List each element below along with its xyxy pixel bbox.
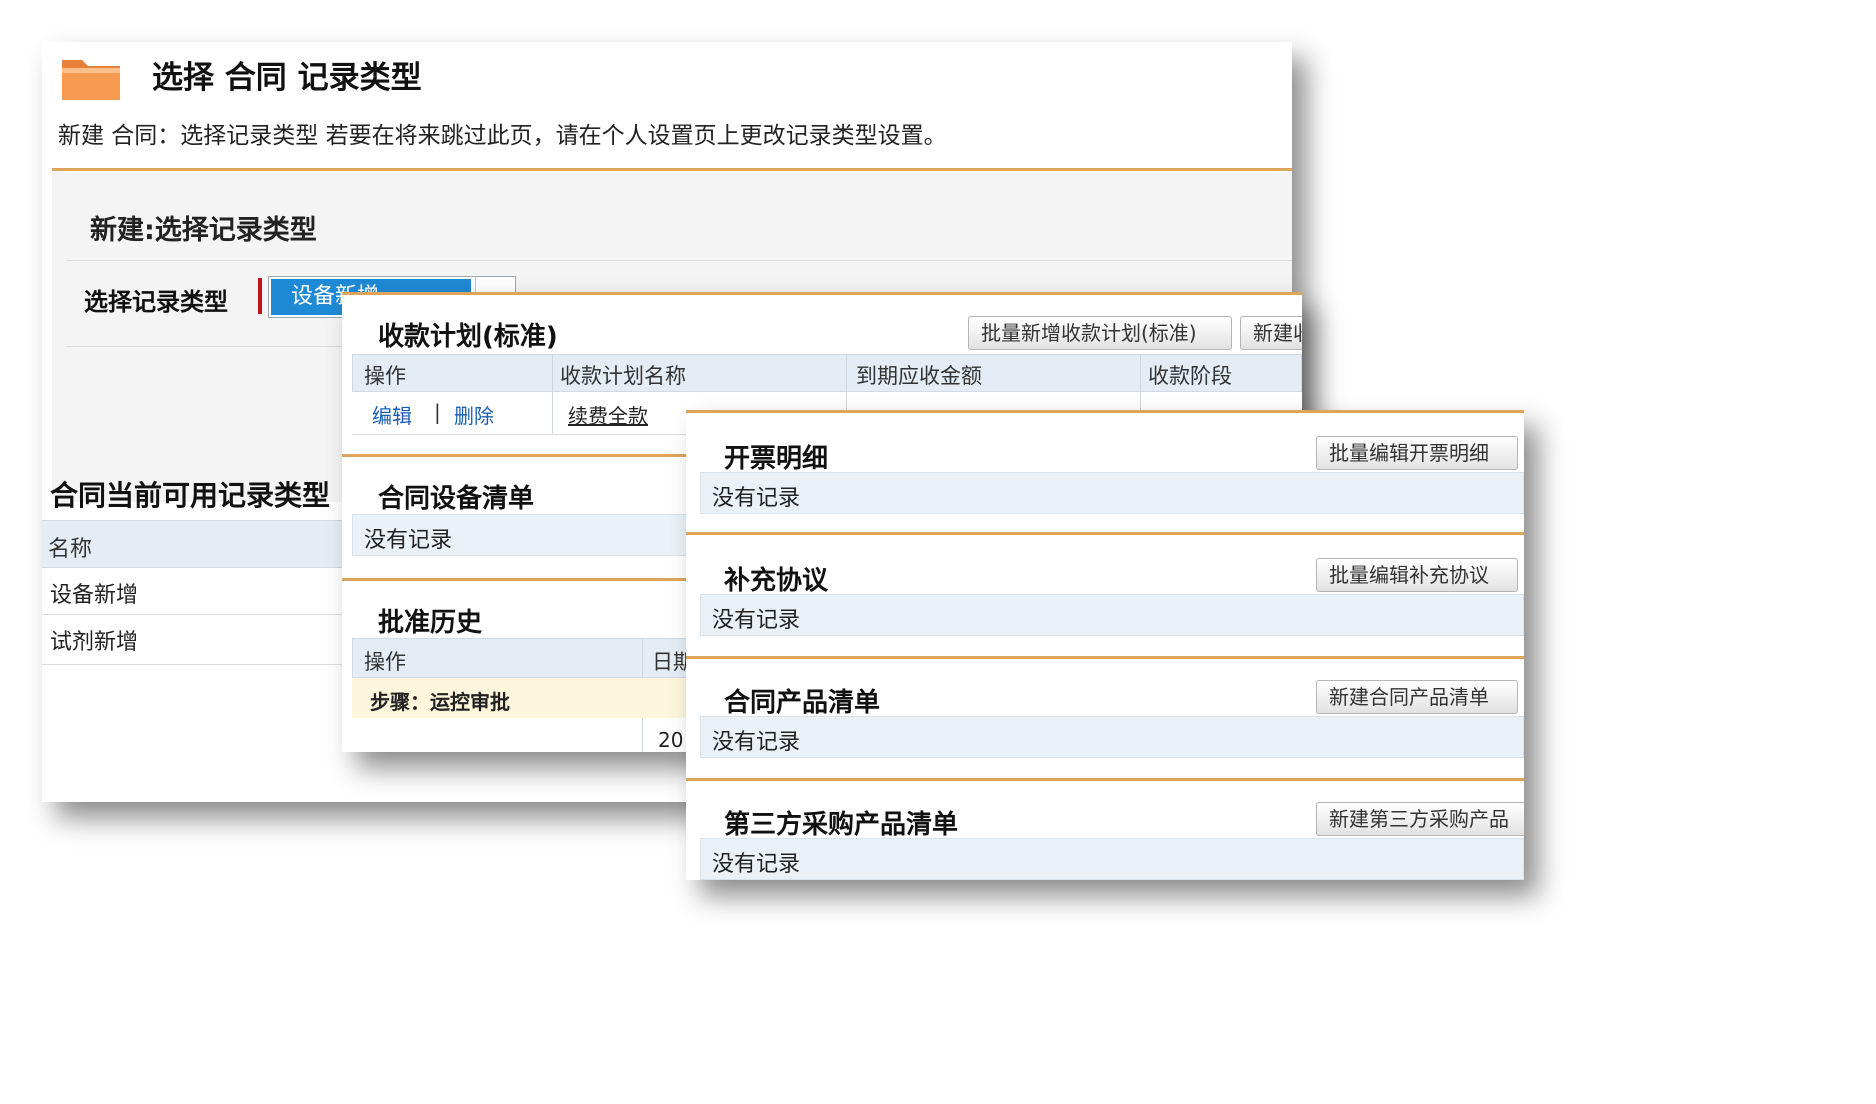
column-header-action: 操作 (364, 364, 406, 388)
delete-link[interactable]: 删除 (454, 400, 494, 429)
empty-bar (700, 838, 1524, 880)
new-payment-plan-button[interactable]: 新建收 (1240, 316, 1302, 350)
approval-step-label: 步骤：运控审批 (370, 690, 510, 714)
approval-history-title: 批准历史 (378, 608, 483, 638)
section-title-contract-products: 合同产品清单 (724, 688, 881, 718)
empty-bar (700, 472, 1524, 514)
payment-plan-rule (342, 292, 1302, 295)
section-title-invoice: 开票明细 (724, 444, 829, 474)
batch-edit-supplements-button[interactable]: 批量编辑补充协议 (1316, 558, 1518, 592)
column-header-amount-due: 到期应收金额 (856, 364, 982, 388)
column-header-plan-name: 收款计划名称 (560, 364, 686, 388)
column-header-action: 操作 (364, 650, 406, 674)
empty-text: 没有记录 (712, 730, 801, 755)
selection-title-rule (66, 260, 1292, 261)
name-column-header: 名称 (48, 537, 93, 562)
link-separator: | (434, 400, 441, 424)
column-divider (552, 354, 553, 434)
available-types-title: 合同当前可用记录类型 (50, 479, 331, 512)
section-rule (686, 656, 1524, 659)
payment-plan-title: 收款计划(标准) (378, 322, 558, 352)
section-rule (686, 778, 1524, 781)
batch-edit-invoice-button[interactable]: 批量编辑开票明细 (1316, 436, 1518, 470)
column-header-stage: 收款阶段 (1148, 364, 1232, 388)
new-contract-product-button[interactable]: 新建合同产品清单 (1316, 680, 1518, 714)
section-title-third-party-products: 第三方采购产品清单 (724, 810, 959, 840)
batch-add-payment-plan-button[interactable]: 批量新增收款计划(标准) (968, 316, 1232, 350)
folder-icon (60, 50, 122, 106)
list-item[interactable]: 试剂新增 (50, 624, 138, 656)
edit-link[interactable]: 编辑 (372, 400, 412, 429)
list-item[interactable]: 设备新增 (50, 577, 138, 609)
new-third-party-product-button[interactable]: 新建第三方采购产品 (1316, 802, 1524, 836)
page-title: 选择 合同 记录类型 (152, 60, 422, 96)
select-record-type-label: 选择记录类型 (84, 288, 228, 316)
contract-details-panel: 开票明细 批量编辑开票明细 没有记录 补充协议 批量编辑补充协议 没有记录 合同… (686, 410, 1524, 880)
empty-bar (700, 716, 1524, 758)
section-divider (52, 168, 1292, 171)
section-title-supplements: 补充协议 (724, 566, 829, 596)
equipment-list-title: 合同设备清单 (378, 484, 535, 514)
section-rule (686, 532, 1524, 535)
empty-text: 没有记录 (712, 608, 801, 633)
empty-text: 没有记录 (712, 852, 801, 877)
approval-date-cell: 20 (658, 728, 684, 752)
required-marker (258, 278, 262, 314)
page-description: 新建 合同：选择记录类型 若要在将来跳过此页，请在个人设置页上更改记录类型设置。 (58, 123, 947, 149)
payment-plan-name-link[interactable]: 续费全款 (568, 400, 648, 429)
equipment-list-empty-text: 没有记录 (364, 528, 453, 553)
section-rule (686, 410, 1524, 413)
empty-bar (700, 594, 1524, 636)
empty-text: 没有记录 (712, 486, 801, 511)
selection-section-title: 新建:选择记录类型 (90, 215, 317, 246)
